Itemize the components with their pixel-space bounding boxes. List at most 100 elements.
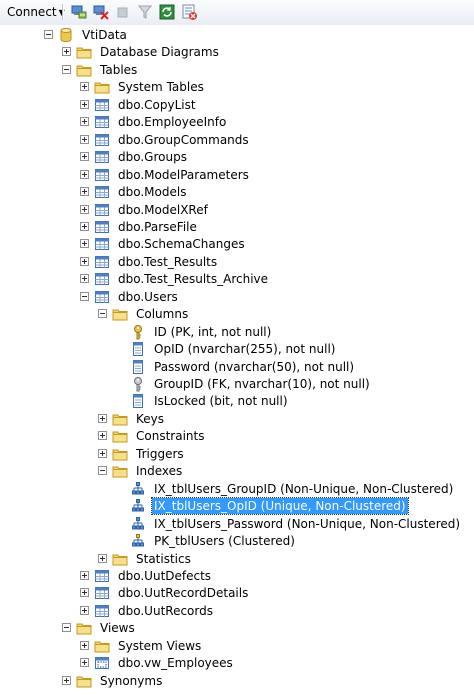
tree-node-label[interactable]: dbo.vw_Employees [116,655,235,671]
tree-node-ix-tblusers-password-non-unique-non-clustered[interactable]: IX_tblUsers_Password (Non-Unique, Non-Cl… [0,516,474,533]
tree-node-label[interactable]: dbo.CopyList [116,97,198,113]
tree-node-statistics[interactable]: Statistics [0,551,474,568]
tree-node-label[interactable]: Synonyms [98,673,164,689]
collapse-minus-icon[interactable] [62,623,71,632]
expand-plus-icon[interactable] [80,187,89,196]
tree-node-triggers[interactable]: Triggers [0,446,474,463]
tree-node-label[interactable]: Tables [98,62,139,78]
tree-node-label[interactable]: Columns [134,306,190,322]
tree-node-label[interactable]: Statistics [134,551,193,567]
tree-node-dbo-uutrecords[interactable]: dbo.UutRecords [0,603,474,620]
tree-node-label[interactable]: System Views [116,638,203,654]
tree-node-dbo-modelparameters[interactable]: dbo.ModelParameters [0,167,474,184]
expand-plus-icon[interactable] [80,571,89,580]
tree-node-label[interactable]: dbo.UutRecords [116,603,215,619]
collapse-minus-icon[interactable] [98,466,107,475]
tree-node-password-nvarchar-50-not-null[interactable]: Password (nvarchar(50), not null) [0,359,474,376]
tree-node-label[interactable]: Keys [134,411,166,427]
tree-node-views[interactable]: Views [0,620,474,637]
tree-node-label[interactable]: dbo.UutRecordDetails [116,585,250,601]
filter-icon[interactable] [136,3,154,21]
expand-plus-icon[interactable] [80,170,89,179]
stop-icon[interactable] [114,3,132,21]
expand-plus-icon[interactable] [80,239,89,248]
tree-node-pk-tblusers-clustered[interactable]: PK_tblUsers (Clustered) [0,533,474,550]
tree-node-keys[interactable]: Keys [0,411,474,428]
expand-plus-icon[interactable] [80,274,89,283]
connect-object-explorer-icon[interactable] [70,3,88,21]
expand-plus-icon[interactable] [80,222,89,231]
tree-node-dbo-parsefile[interactable]: dbo.ParseFile [0,219,474,236]
disconnect-icon[interactable] [92,3,110,21]
tree-node-dbo-test-results[interactable]: dbo.Test_Results [0,254,474,271]
connect-dropdown-button[interactable]: Connect▼ [3,3,69,21]
tree-node-label[interactable]: dbo.Users [116,289,180,305]
expand-plus-icon[interactable] [80,82,89,91]
tree-node-dbo-employeeinfo[interactable]: dbo.EmployeeInfo [0,114,474,131]
expand-plus-icon[interactable] [98,554,107,563]
expand-plus-icon[interactable] [80,588,89,597]
tree-node-id-pk-int-not-null[interactable]: ID (PK, int, not null) [0,324,474,341]
tree-node-database-diagrams[interactable]: Database Diagrams [0,44,474,61]
tree-node-dbo-vw-employees[interactable]: dbo.vw_Employees [0,655,474,672]
tree-node-label[interactable]: dbo.UutDefects [116,568,213,584]
tree-node-label[interactable]: VtiData [80,27,129,43]
tree-node-columns[interactable]: Columns [0,306,474,323]
collapse-minus-icon[interactable] [80,292,89,301]
tree-node-synonyms[interactable]: Synonyms [0,673,474,690]
tree-node-label[interactable]: dbo.Groups [116,149,189,165]
tree-node-label[interactable]: OpID (nvarchar(255), not null) [152,341,337,357]
tree-node-indexes[interactable]: Indexes [0,463,474,480]
tree-node-dbo-models[interactable]: dbo.Models [0,184,474,201]
tree-node-islocked-bit-not-null[interactable]: IsLocked (bit, not null) [0,393,474,410]
tree-node-label[interactable]: System Tables [116,79,206,95]
expand-plus-icon[interactable] [80,606,89,615]
tree-node-ix-tblusers-groupid-non-unique-non-clustered[interactable]: IX_tblUsers_GroupID (Non-Unique, Non-Clu… [0,481,474,498]
tree-node-opid-nvarchar-255-not-null[interactable]: OpID (nvarchar(255), not null) [0,341,474,358]
collapse-minus-icon[interactable] [62,65,71,74]
tree-node-label[interactable]: Constraints [134,428,206,444]
tree-node-vtidata[interactable]: VtiData [0,27,474,44]
tree-node-system-views[interactable]: System Views [0,638,474,655]
tree-node-constraints[interactable]: Constraints [0,428,474,445]
tree-node-dbo-groupcommands[interactable]: dbo.GroupCommands [0,132,474,149]
tree-node-tables[interactable]: Tables [0,62,474,79]
tree-node-label[interactable]: IX_tblUsers_GroupID (Non-Unique, Non-Clu… [152,481,455,497]
tree-node-dbo-modelxref[interactable]: dbo.ModelXRef [0,202,474,219]
expand-plus-icon[interactable] [80,658,89,667]
expand-plus-icon[interactable] [80,117,89,126]
expand-plus-icon[interactable] [98,449,107,458]
tree-node-label[interactable]: IX_tblUsers_OpID (Unique, Non-Clustered) [151,497,409,515]
tree-node-label[interactable]: dbo.ParseFile [116,219,199,235]
expand-plus-icon[interactable] [80,257,89,266]
tree-node-label[interactable]: Password (nvarchar(50), not null) [152,359,356,375]
tree-node-label[interactable]: dbo.EmployeeInfo [116,114,228,130]
tree-node-label[interactable]: dbo.Test_Results_Archive [116,271,270,287]
tree-node-dbo-test-results-archive[interactable]: dbo.Test_Results_Archive [0,271,474,288]
clear-filter-icon[interactable] [180,3,198,21]
tree-node-system-tables[interactable]: System Tables [0,79,474,96]
expand-plus-icon[interactable] [62,676,71,685]
tree-node-groupid-fk-nvarchar-10-not-null[interactable]: GroupID (FK, nvarchar(10), not null) [0,376,474,393]
expand-plus-icon[interactable] [98,414,107,423]
tree-node-label[interactable]: Views [98,620,137,636]
tree-node-label[interactable]: ID (PK, int, not null) [152,324,273,340]
expand-plus-icon[interactable] [80,205,89,214]
tree-node-label[interactable]: dbo.ModelXRef [116,202,210,218]
tree-node-dbo-copylist[interactable]: dbo.CopyList [0,97,474,114]
collapse-minus-icon[interactable] [98,309,107,318]
expand-plus-icon[interactable] [98,431,107,440]
tree-node-dbo-groups[interactable]: dbo.Groups [0,149,474,166]
tree-node-dbo-uutrecorddetails[interactable]: dbo.UutRecordDetails [0,585,474,602]
expand-plus-icon[interactable] [80,152,89,161]
tree-node-dbo-uutdefects[interactable]: dbo.UutDefects [0,568,474,585]
tree-node-label[interactable]: IX_tblUsers_Password (Non-Unique, Non-Cl… [152,516,462,532]
tree-node-label[interactable]: Triggers [134,446,186,462]
expand-plus-icon[interactable] [80,135,89,144]
expand-plus-icon[interactable] [80,100,89,109]
tree-node-label[interactable]: PK_tblUsers (Clustered) [152,533,297,549]
tree-node-label[interactable]: Database Diagrams [98,44,221,60]
tree-node-label[interactable]: GroupID (FK, nvarchar(10), not null) [152,376,372,392]
tree-node-label[interactable]: Indexes [134,463,184,479]
expand-plus-icon[interactable] [80,641,89,650]
